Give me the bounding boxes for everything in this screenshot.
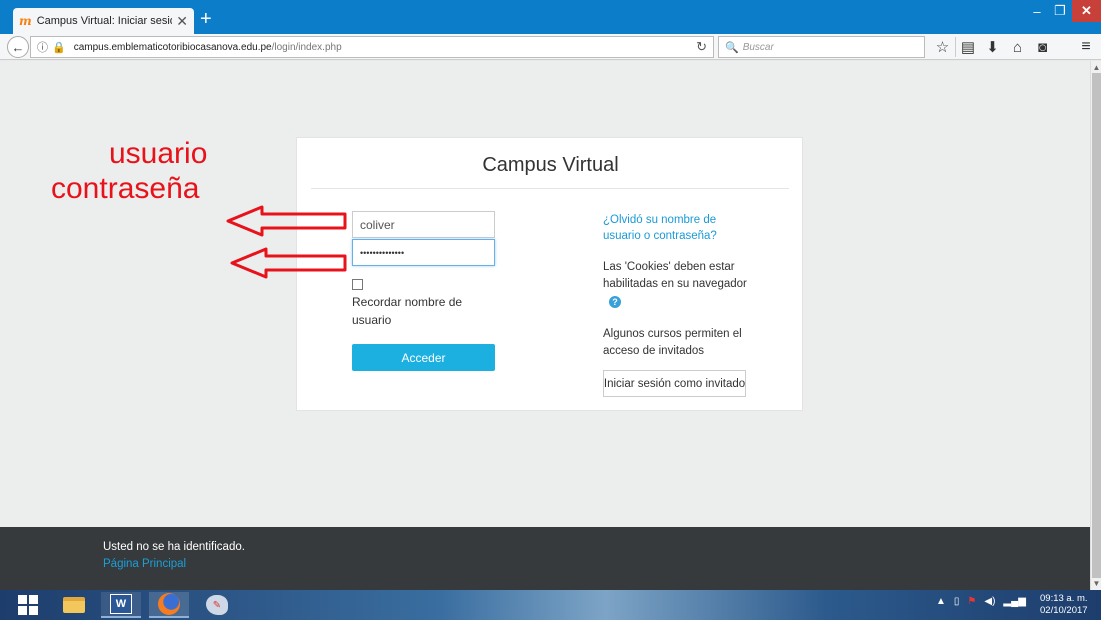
url-host: campus.emblematicotoribiocasanova.edu.pe	[73, 41, 272, 53]
url-text: campus.emblematicotoribiocasanova.edu.pe…	[74, 42, 342, 53]
cookies-notice: Las 'Cookies' deben estar habilitadas en…	[603, 259, 763, 310]
password-input[interactable]: ••••••••••••••	[352, 239, 495, 266]
page-scrollbar[interactable]: ▲ ▼	[1090, 61, 1101, 590]
word-icon: W	[110, 594, 132, 614]
search-icon: 🔍	[725, 41, 739, 54]
firefox-icon	[158, 593, 180, 615]
hamburger-menu-icon[interactable]: ≡	[1075, 37, 1097, 57]
browser-titlebar: m Campus Virtual: Iniciar sesión ✕ + – ❐…	[0, 0, 1101, 34]
search-placeholder: Buscar	[742, 41, 774, 53]
scroll-up-arrow-icon[interactable]: ▲	[1091, 63, 1101, 72]
clock-time: 09:13 a. m.	[1040, 593, 1088, 604]
home-icon[interactable]: ⌂	[1005, 37, 1030, 57]
login-status-text: Usted no se ha identificado.	[103, 541, 245, 553]
action-center-flag-icon[interactable]: ⚑	[967, 596, 976, 607]
taskbar-clock[interactable]: 09:13 a. m. 02/10/2017	[1040, 593, 1088, 617]
scroll-thumb[interactable]	[1092, 73, 1101, 578]
windows-taskbar: W ✎ ▲ ▯ ⚑ ◀) ▂▄▆ 09:13 a. m. 02/10/2017	[0, 590, 1101, 620]
battery-icon[interactable]: ▯	[954, 596, 960, 607]
tab-close-icon[interactable]: ✕	[176, 13, 188, 30]
login-button[interactable]: Acceder	[352, 344, 495, 371]
forgot-password-link[interactable]: ¿Olvidó su nombre de usuario o contraseñ…	[603, 212, 753, 244]
page-footer: Usted no se ha identificado. Página Prin…	[0, 527, 1090, 590]
page-title: Campus Virtual	[482, 154, 619, 176]
start-button[interactable]	[8, 592, 48, 618]
volume-icon[interactable]: ◀)	[984, 596, 995, 607]
guest-login-button[interactable]: Iniciar sesión como invitado	[603, 370, 746, 397]
firefox-button[interactable]	[149, 592, 189, 618]
username-input[interactable]: coliver	[352, 211, 495, 238]
browser-tab[interactable]: m Campus Virtual: Iniciar sesión ✕	[13, 8, 194, 34]
paint-button[interactable]: ✎	[197, 592, 237, 618]
system-tray: ▲ ▯ ⚑ ◀) ▂▄▆	[936, 596, 1026, 607]
username-annotation: usuario	[109, 137, 208, 170]
new-tab-button[interactable]: +	[200, 9, 212, 29]
window-maximize-button[interactable]: ❐	[1048, 0, 1072, 22]
guest-notice: Algunos cursos permiten el acceso de inv…	[603, 328, 742, 357]
tray-expand-icon[interactable]: ▲	[936, 596, 946, 607]
bookmark-star-icon[interactable]: ☆	[930, 37, 955, 57]
url-bar[interactable]: ⓘ 🔒 campus.emblematicotoribiocasanova.ed…	[30, 36, 714, 58]
login-card: Campus Virtual coliver •••••••••••••• Re…	[296, 137, 803, 411]
remember-username-label[interactable]: Recordar nombre de usuario	[352, 293, 492, 329]
reload-icon[interactable]: ↻	[696, 39, 707, 55]
username-arrow	[226, 205, 347, 237]
cookies-text: Las 'Cookies' deben estar habilitadas en…	[603, 261, 747, 290]
url-path: /login/index.php	[271, 41, 342, 53]
password-arrow	[230, 247, 347, 279]
word-button[interactable]: W	[101, 592, 141, 618]
insecure-lock-icon[interactable]: 🔒	[52, 41, 66, 54]
moodle-favicon-icon: m	[19, 14, 32, 28]
clock-date: 02/10/2017	[1040, 605, 1088, 616]
paint-icon: ✎	[206, 595, 228, 615]
download-icon[interactable]: ⬇	[980, 37, 1005, 57]
page-content: Campus Virtual coliver •••••••••••••• Re…	[0, 61, 1090, 527]
bookmarks-list-icon[interactable]: ▤	[955, 37, 980, 57]
browser-navbar: ← ⓘ 🔒 campus.emblematicotoribiocasanova.…	[0, 34, 1101, 60]
back-arrow-icon[interactable]: ←	[7, 36, 29, 58]
pocket-icon[interactable]: ◙	[1030, 37, 1055, 57]
search-bar[interactable]: 🔍 Buscar	[718, 36, 925, 58]
network-icon[interactable]: ▂▄▆	[1003, 596, 1025, 607]
info-icon[interactable]: ⓘ	[37, 39, 48, 55]
folder-icon	[63, 597, 85, 613]
window-minimize-button[interactable]: –	[1026, 0, 1048, 22]
help-icon[interactable]: ?	[609, 296, 621, 308]
toolbar-icons: ☆ ▤ ⬇ ⌂ ◙	[930, 37, 1055, 57]
file-explorer-button[interactable]	[54, 592, 94, 618]
window-close-button[interactable]: ✕	[1072, 0, 1101, 22]
home-page-link[interactable]: Página Principal	[103, 558, 186, 570]
windows-logo-icon	[18, 595, 38, 615]
tab-title: Campus Virtual: Iniciar sesión	[36, 15, 173, 27]
scroll-down-arrow-icon[interactable]: ▼	[1091, 579, 1101, 588]
password-annotation: contraseña	[51, 172, 200, 205]
divider	[311, 188, 789, 189]
